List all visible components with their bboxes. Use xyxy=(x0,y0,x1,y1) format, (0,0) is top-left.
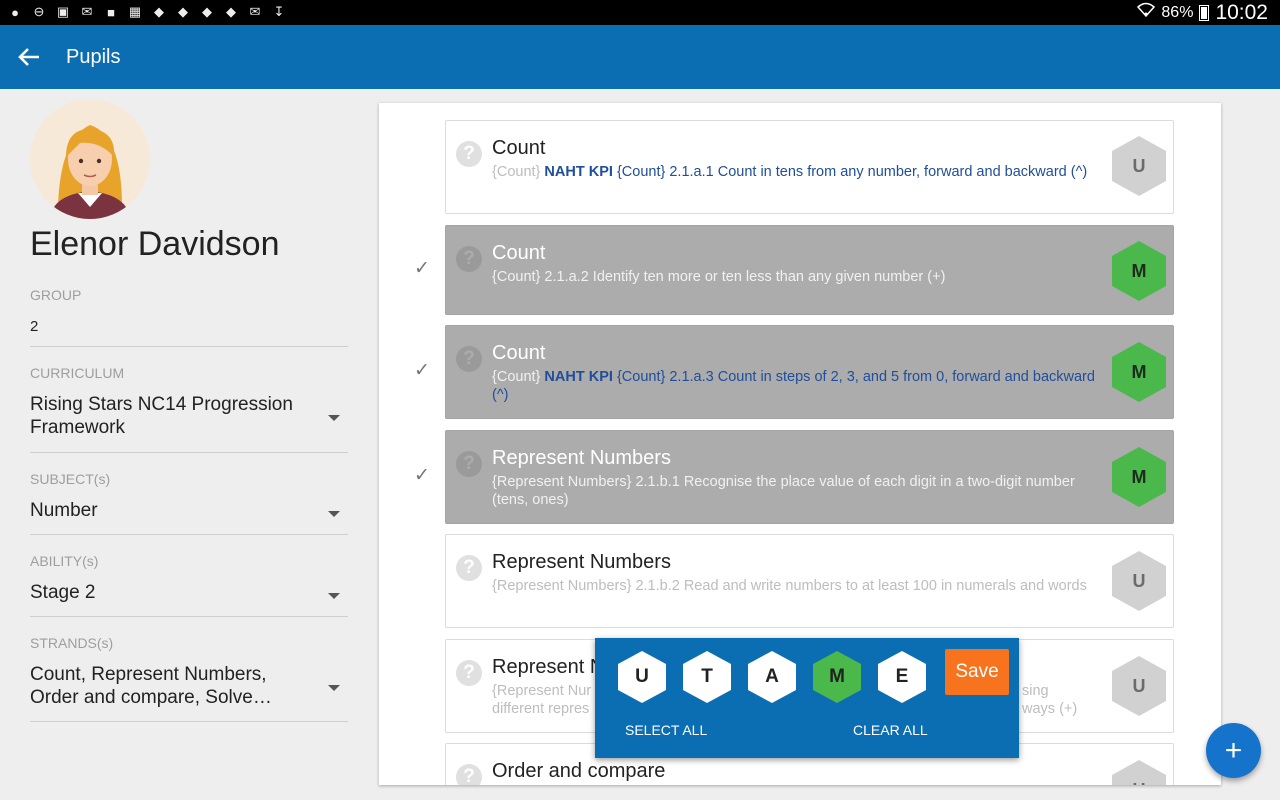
objective-description-tail: sing ways (+) xyxy=(1022,683,1078,717)
objective-title: Order and compare xyxy=(492,760,666,782)
add-button[interactable]: + xyxy=(1206,723,1261,778)
person-notification-icon: ● xyxy=(11,4,19,20)
curriculum-value: Rising Stars NC14 Progression Framework xyxy=(30,394,293,438)
strands-dropdown[interactable]: STRANDS(s) Count, Represent Numbers, Ord… xyxy=(30,635,348,722)
objective-item[interactable]: ? Represent Numbers {Represent Numbers} … xyxy=(445,534,1174,628)
grade-selector-popup: U T A M E Save SELECT ALL CLEAR ALL xyxy=(595,638,1019,758)
group-value: 2 xyxy=(30,318,39,335)
shield-icon: ◆ xyxy=(202,4,212,19)
dropdown-arrow-icon xyxy=(328,593,340,599)
subject-value: Number xyxy=(30,500,98,521)
grade-badge[interactable]: U xyxy=(1112,760,1166,785)
objective-item[interactable]: ? Represent Numbers {Represent Numbers} … xyxy=(445,430,1174,524)
group-field[interactable]: GROUP 2 xyxy=(30,287,348,347)
block-icon: ⊖ xyxy=(33,4,45,19)
objective-description: {Represent Numbers} 2.1.b.1 Recognise th… xyxy=(492,474,1075,508)
help-icon[interactable]: ? xyxy=(456,346,482,372)
objective-description: {Represent Numbers} 2.1.b.2 Read and wri… xyxy=(492,578,1087,594)
strands-value: Count, Represent Numbers, Order and comp… xyxy=(30,664,272,708)
arrow-back-icon xyxy=(18,48,39,66)
help-icon[interactable]: ? xyxy=(456,555,482,581)
status-bar: ● ⊖ ▣ ✉ ■ ▦ ◆ ◆ ◆ ◆ ✉ ↧ 86% 10:02 xyxy=(0,0,1280,25)
image-icon: ▣ xyxy=(56,4,70,19)
notification-icons: ● ⊖ ▣ ✉ ■ ▦ ◆ ◆ ◆ ◆ ✉ ↧ xyxy=(6,3,288,21)
plus-icon: + xyxy=(1224,733,1243,767)
mail-icon: ✉ xyxy=(81,4,93,19)
grade-option-u[interactable]: U xyxy=(618,651,666,703)
subject-dropdown[interactable]: SUBJECT(s) Number xyxy=(30,471,348,535)
curriculum-label: CURRICULUM xyxy=(30,365,125,381)
ability-label: ABILITY(s) xyxy=(30,553,99,569)
grade-badge[interactable]: U xyxy=(1112,551,1166,611)
objective-item[interactable]: ? Count {Count} 2.1.a.2 Identify ten mor… xyxy=(445,225,1174,315)
subject-label: SUBJECT(s) xyxy=(30,471,111,487)
grade-badge[interactable]: U xyxy=(1112,656,1166,716)
free-app-icon: ▦ xyxy=(128,4,142,19)
dropdown-arrow-icon xyxy=(328,511,340,517)
save-button[interactable]: Save xyxy=(945,649,1009,695)
select-all-button[interactable]: SELECT ALL xyxy=(625,722,707,738)
curriculum-dropdown[interactable]: CURRICULUM Rising Stars NC14 Progression… xyxy=(30,365,348,453)
strands-label: STRANDS(s) xyxy=(30,635,114,651)
back-button[interactable] xyxy=(0,25,58,89)
help-icon[interactable]: ? xyxy=(456,451,482,477)
objective-description: {Count} 2.1.a.2 Identify ten more or ten… xyxy=(492,269,946,285)
battery-icon xyxy=(1199,4,1210,21)
grade-option-e[interactable]: E xyxy=(878,651,926,703)
grade-option-m[interactable]: M xyxy=(813,651,861,703)
check-icon: ✓ xyxy=(414,258,430,279)
ability-dropdown[interactable]: ABILITY(s) Stage 2 xyxy=(30,553,348,617)
objective-description: {Count} NAHT KPI {Count} 2.1.a.3 Count i… xyxy=(492,369,1095,403)
grade-badge[interactable]: U xyxy=(1112,136,1166,196)
clock: 10:02 xyxy=(1215,0,1268,24)
app-bar: Pupils xyxy=(0,25,1280,89)
shield-icon: ◆ xyxy=(178,4,188,19)
objective-title: Count xyxy=(492,137,546,159)
dropdown-arrow-icon xyxy=(328,685,340,691)
avatar xyxy=(30,99,150,219)
shield-icon: ◆ xyxy=(226,4,236,19)
group-label: GROUP xyxy=(30,287,82,303)
objective-item[interactable]: ? Count {Count} NAHT KPI {Count} 2.1.a.1… xyxy=(445,120,1174,214)
grade-badge[interactable]: M xyxy=(1112,342,1166,402)
objective-title: Represent Numbers xyxy=(492,447,671,469)
objective-title: Represent N xyxy=(492,656,605,678)
app-notification-icon: ■ xyxy=(107,4,115,20)
grade-badge[interactable]: M xyxy=(1112,241,1166,301)
check-icon: ✓ xyxy=(414,465,430,486)
grade-option-a[interactable]: A xyxy=(748,651,796,703)
ability-value: Stage 2 xyxy=(30,582,96,603)
objective-item[interactable]: ? Count {Count} NAHT KPI {Count} 2.1.a.3… xyxy=(445,325,1174,419)
clear-all-button[interactable]: CLEAR ALL xyxy=(853,722,928,738)
mail-icon: ✉ xyxy=(249,4,261,19)
objective-title: Count xyxy=(492,342,546,364)
objective-title: Count xyxy=(492,242,546,264)
download-icon: ↧ xyxy=(273,4,285,19)
objective-title: Represent Numbers xyxy=(492,551,671,573)
wifi-icon xyxy=(1137,2,1156,23)
objective-description: {Count} NAHT KPI {Count} 2.1.a.1 Count i… xyxy=(492,164,1088,180)
page-title: Pupils xyxy=(66,45,121,68)
check-icon: ✓ xyxy=(414,360,430,381)
help-icon[interactable]: ? xyxy=(456,141,482,167)
pupil-details-panel: Elenor Davidson GROUP 2 CURRICULUM Risin… xyxy=(0,89,370,800)
grade-badge[interactable]: M xyxy=(1112,447,1166,507)
help-icon[interactable]: ? xyxy=(456,246,482,272)
grade-option-t[interactable]: T xyxy=(683,651,731,703)
pupil-name: Elenor Davidson xyxy=(30,225,280,263)
battery-percent: 86% xyxy=(1161,3,1194,21)
dropdown-arrow-icon xyxy=(328,415,340,421)
help-icon[interactable]: ? xyxy=(456,764,482,785)
shield-icon: ◆ xyxy=(154,4,164,19)
help-icon[interactable]: ? xyxy=(456,660,482,686)
